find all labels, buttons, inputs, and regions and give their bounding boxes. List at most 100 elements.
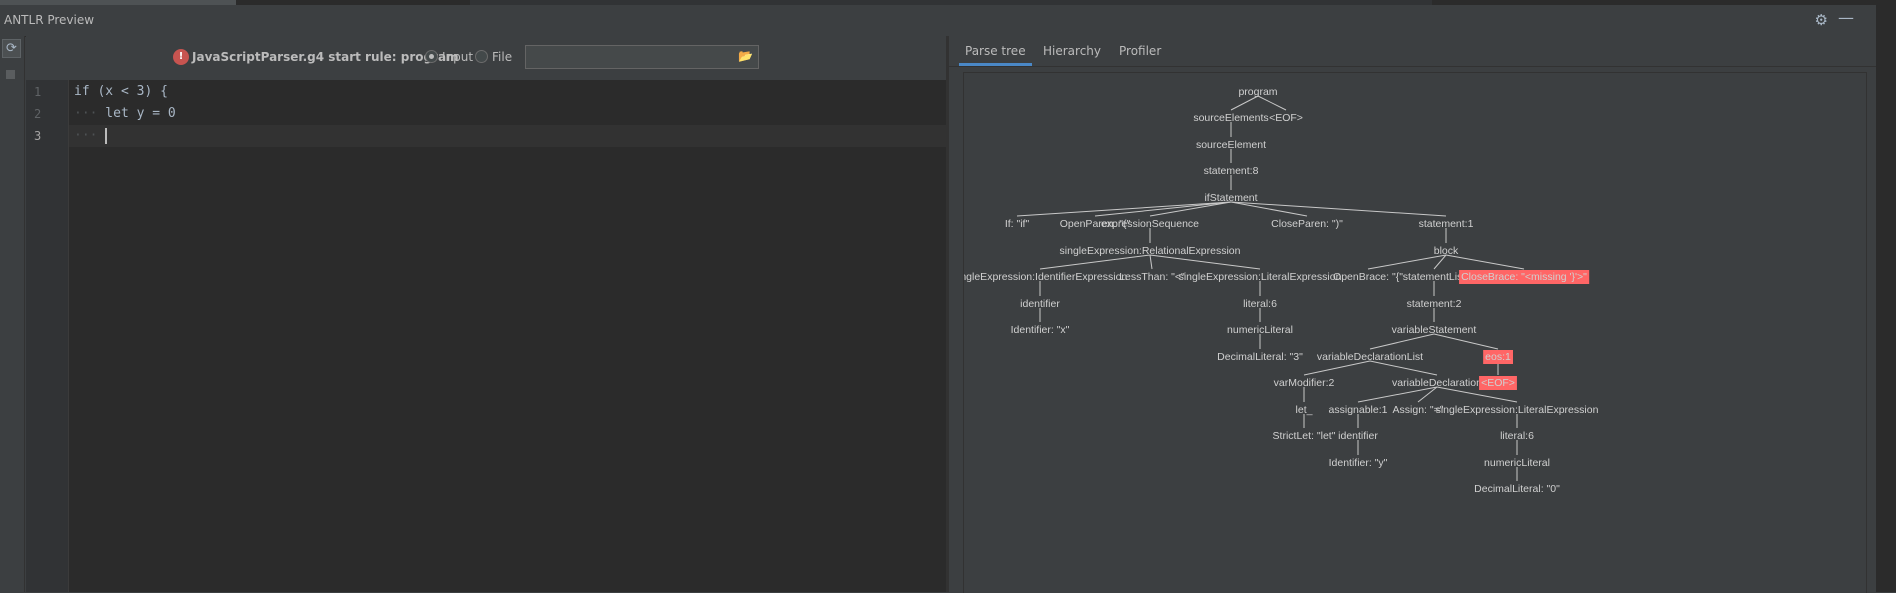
tree-edge xyxy=(1149,254,1153,270)
tab-hierarchy[interactable]: Hierarchy xyxy=(1037,36,1107,66)
line-number: 3 xyxy=(34,129,42,143)
window-title: ANTLR Preview xyxy=(4,13,95,27)
tree-node-error[interactable]: eos:1 xyxy=(1483,350,1514,364)
tree-node[interactable]: DecimalLiteral: "0" xyxy=(1474,483,1560,495)
tree-node[interactable]: block xyxy=(1434,245,1459,257)
tree-node[interactable]: program xyxy=(1238,86,1277,98)
tree-node[interactable]: singleExpression:IdentifierExpression xyxy=(964,271,1127,283)
tree-node-label: <EOF> xyxy=(1269,112,1303,124)
tree-node-label: <EOF> xyxy=(1481,377,1515,389)
tree-node-error[interactable]: <EOF> xyxy=(1479,376,1517,390)
tree-node[interactable]: expressionSequence xyxy=(1101,218,1199,230)
tree-node-label: singleExpression:LiteralExpression xyxy=(1179,271,1342,283)
tree-node-label: DecimalLiteral: "0" xyxy=(1474,483,1560,495)
tree-node[interactable]: Identifier: "x" xyxy=(1011,324,1070,336)
tree-node[interactable]: LessThan: "<" xyxy=(1119,271,1185,283)
tree-node-label: numericLiteral xyxy=(1227,324,1293,336)
tree-node[interactable]: variableStatement xyxy=(1392,324,1477,336)
tree-node-label: sourceElement xyxy=(1196,139,1266,151)
tree-node-label: block xyxy=(1434,245,1459,257)
tree-node[interactable]: statementList xyxy=(1403,271,1466,283)
input-radio[interactable] xyxy=(425,50,438,63)
file-path-field[interactable]: 📂 xyxy=(525,45,759,69)
minimize-icon[interactable]: — xyxy=(1838,8,1854,27)
tree-node[interactable]: statement:2 xyxy=(1407,298,1462,310)
tree-node[interactable]: CloseParen: ")" xyxy=(1271,218,1343,230)
parse-tree-panel: Parse tree Hierarchy Profiler program sou… xyxy=(949,36,1876,593)
tree-node-label: variableStatement xyxy=(1392,324,1477,336)
tree-node-label: let_ xyxy=(1296,404,1313,416)
tree-node[interactable]: literal:6 xyxy=(1500,430,1534,442)
tree-node[interactable]: variableDeclarationList xyxy=(1317,351,1423,363)
tree-node[interactable]: literal:6 xyxy=(1243,298,1277,310)
folder-icon[interactable]: 📂 xyxy=(738,49,753,63)
tree-edge xyxy=(1303,360,1371,376)
tree-node-error[interactable]: CloseBrace: "<missing '}'>" xyxy=(1459,270,1590,284)
tree-node[interactable]: singleExpression:LiteralExpression xyxy=(1179,271,1342,283)
tree-node-label: Identifier: "x" xyxy=(1011,324,1070,336)
file-radio[interactable] xyxy=(475,50,488,63)
indent-whitespace: ··· xyxy=(74,128,98,143)
tree-node[interactable]: If: "if" xyxy=(1005,218,1030,230)
tree-node[interactable]: <EOF> xyxy=(1269,112,1303,124)
code-line[interactable]: if (x < 3) { xyxy=(74,84,168,99)
tree-node-label: varModifier:2 xyxy=(1274,377,1335,389)
tree-node[interactable]: DecimalLiteral: "3" xyxy=(1217,351,1303,363)
tab-bar: Parse tree Hierarchy Profiler xyxy=(949,36,1876,67)
tree-node[interactable]: singleExpression:LiteralExpression xyxy=(1436,404,1599,416)
right-edge-strip xyxy=(1876,0,1896,592)
stop-icon[interactable] xyxy=(6,70,15,79)
tree-node[interactable]: identifier xyxy=(1020,298,1060,310)
tree-node[interactable]: StrictLet: "let" xyxy=(1273,430,1336,442)
tree-node[interactable]: sourceElements xyxy=(1193,112,1268,124)
tree-node[interactable]: sourceElement xyxy=(1196,139,1266,151)
parse-tree-canvas[interactable]: program sourceElements <EOF> sourceElement s… xyxy=(963,72,1867,593)
tree-node-label: statement:2 xyxy=(1407,298,1462,310)
tree-node[interactable]: ifStatement xyxy=(1204,192,1257,204)
input-bar: ! JavaScriptParser.g4 start rule: progra… xyxy=(26,36,946,81)
file-radio-label[interactable]: File xyxy=(492,50,512,64)
tree-edge xyxy=(1369,360,1438,376)
tree-node[interactable]: statement:1 xyxy=(1419,218,1474,230)
tree-node[interactable]: variableDeclaration xyxy=(1392,377,1482,389)
tool-window-header: ANTLR Preview ⚙ — xyxy=(0,5,1876,37)
tree-node[interactable]: statement:8 xyxy=(1204,165,1259,177)
tree-node[interactable]: varModifier:2 xyxy=(1274,377,1335,389)
gear-icon[interactable]: ⚙ xyxy=(1815,11,1828,29)
code-line[interactable]: ··· let y = 0 xyxy=(74,106,176,121)
code-text: let y = 0 xyxy=(97,106,176,121)
error-icon: ! xyxy=(173,49,189,65)
tree-node[interactable]: numericLiteral xyxy=(1227,324,1293,336)
tree-node[interactable]: OpenBrace: "{" xyxy=(1333,271,1403,283)
preview-toolbar: ⟳ xyxy=(0,36,25,592)
text-caret xyxy=(105,128,107,144)
tree-node[interactable]: Identifier: "y" xyxy=(1329,457,1388,469)
tree-node-label: sourceElements xyxy=(1193,112,1268,124)
tree-node-label: CloseBrace: "<missing '}'>" xyxy=(1461,271,1587,283)
tree-node-label: identifier xyxy=(1020,298,1060,310)
refresh-icon[interactable]: ⟳ xyxy=(2,39,21,58)
tree-node[interactable]: identifier xyxy=(1338,430,1378,442)
tree-node-label: OpenBrace: "{" xyxy=(1333,271,1403,283)
tree-node-label: program xyxy=(1238,86,1277,98)
tree-edge xyxy=(1149,254,1261,270)
tree-node[interactable]: singleExpression:RelationalExpression xyxy=(1060,245,1241,257)
tree-edge xyxy=(1445,254,1525,270)
tree-node-label: statement:1 xyxy=(1419,218,1474,230)
input-radio-label[interactable]: Input xyxy=(442,50,473,64)
tree-node-label: literal:6 xyxy=(1243,298,1277,310)
tree-node-label: variableDeclaration xyxy=(1392,377,1482,389)
tree-node-label: CloseParen: ")" xyxy=(1271,218,1343,230)
tree-node-label: DecimalLiteral: "3" xyxy=(1217,351,1303,363)
tree-node[interactable]: let_ xyxy=(1296,404,1313,416)
tab-profiler[interactable]: Profiler xyxy=(1113,36,1167,66)
code-line[interactable]: ··· xyxy=(74,128,97,143)
tree-node[interactable]: assignable:1 xyxy=(1329,404,1388,416)
tree-node[interactable]: numericLiteral xyxy=(1484,457,1550,469)
tab-parse-tree[interactable]: Parse tree xyxy=(959,36,1032,66)
input-editor[interactable]: 1 2 3 if (x < 3) { ··· let y = 0 ··· xyxy=(26,80,946,592)
tree-node-label: StrictLet: "let" xyxy=(1273,430,1336,442)
tree-edge xyxy=(1016,201,1232,217)
grammar-start-rule-label: JavaScriptParser.g4 start rule: program xyxy=(192,50,459,64)
tree-node-label: literal:6 xyxy=(1500,430,1534,442)
